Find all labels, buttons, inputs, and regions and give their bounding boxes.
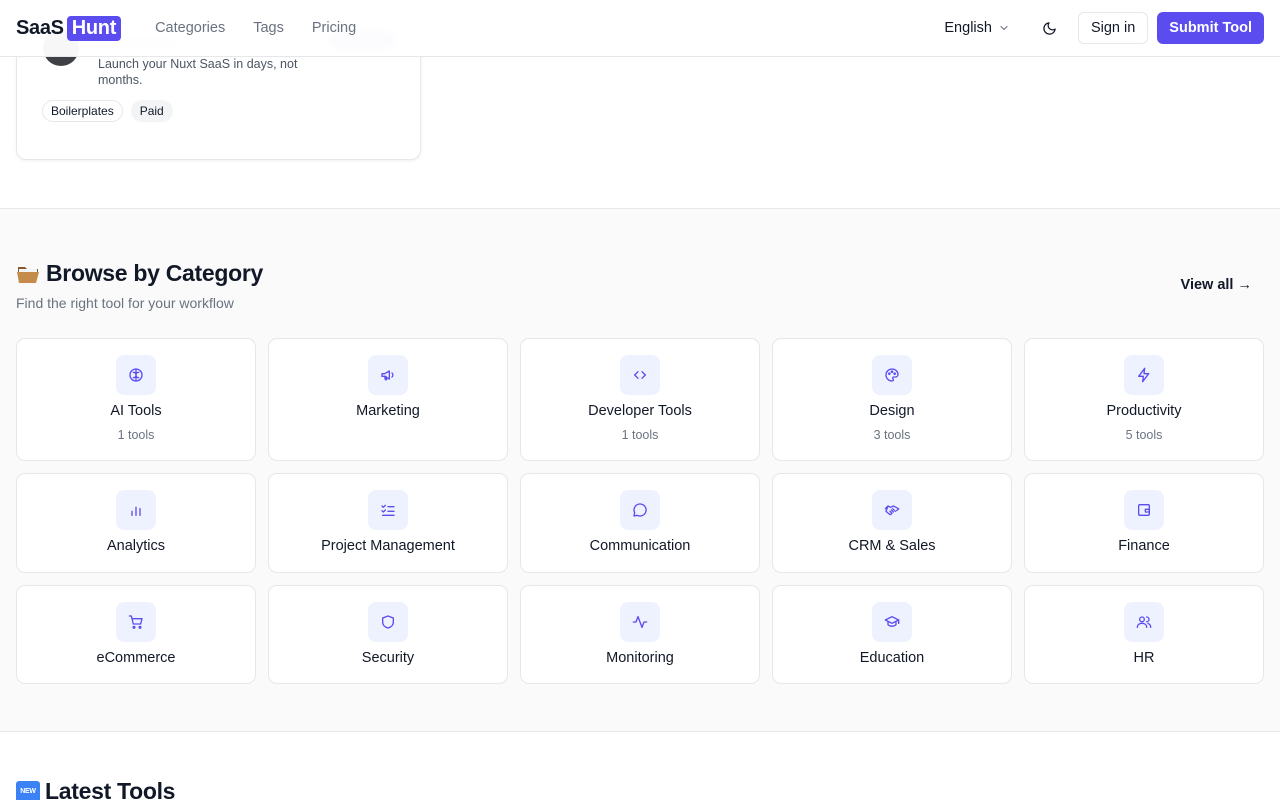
category-card[interactable]: Productivity 5 tools xyxy=(1024,338,1264,461)
category-count: 5 tools xyxy=(1125,428,1163,442)
category-name: Monitoring xyxy=(606,650,674,666)
language-select[interactable]: English xyxy=(944,20,1010,36)
category-name: CRM & Sales xyxy=(848,538,936,554)
view-all-link[interactable]: View all → xyxy=(1181,277,1252,293)
category-card[interactable]: Security xyxy=(268,585,508,684)
main-nav: Categories Tags Pricing xyxy=(155,20,384,36)
language-label: English xyxy=(944,20,992,36)
nav-categories[interactable]: Categories xyxy=(155,20,225,36)
category-name: Project Management xyxy=(321,538,455,554)
submit-tool-button[interactable]: Submit Tool xyxy=(1157,12,1264,44)
brain-icon xyxy=(116,355,156,395)
category-card[interactable]: Monitoring xyxy=(520,585,760,684)
bar-chart-icon xyxy=(116,490,156,530)
graduation-cap-icon xyxy=(872,602,912,642)
category-name: HR xyxy=(1133,650,1155,666)
tool-tags: Boilerplates Paid xyxy=(42,100,173,122)
section-subtitle: Find the right tool for your workflow xyxy=(16,295,234,311)
category-name: Productivity xyxy=(1106,403,1182,419)
category-name: AI Tools xyxy=(110,403,162,419)
checklist-icon xyxy=(368,490,408,530)
activity-icon xyxy=(620,602,660,642)
handshake-icon xyxy=(872,490,912,530)
category-card[interactable]: Finance xyxy=(1024,473,1264,573)
palette-icon xyxy=(872,355,912,395)
logo-text: SaaS xyxy=(16,16,64,39)
category-name: Finance xyxy=(1118,538,1170,554)
chevron-down-icon xyxy=(1000,25,1008,31)
category-card[interactable]: Developer Tools 1 tools xyxy=(520,338,760,461)
category-count: 1 tools xyxy=(117,428,155,442)
category-card[interactable]: Analytics xyxy=(16,473,256,573)
category-card[interactable]: Education xyxy=(772,585,1012,684)
new-icon: NEW xyxy=(16,780,40,800)
category-card[interactable]: Design 3 tools xyxy=(772,338,1012,461)
chat-bubble-icon xyxy=(620,490,660,530)
sign-in-button[interactable]: Sign in xyxy=(1077,12,1149,44)
browse-category-section: Browse by Category Find the right tool f… xyxy=(0,208,1280,732)
section-title-text: Browse by Category xyxy=(46,260,263,286)
category-card[interactable]: Communication xyxy=(520,473,760,573)
category-card[interactable]: Project Management xyxy=(268,473,508,573)
category-name: Analytics xyxy=(106,538,166,554)
header-actions: English Sign in Submit Tool xyxy=(944,12,1264,44)
code-icon xyxy=(620,355,660,395)
latest-title-text: Latest Tools xyxy=(45,778,176,800)
megaphone-icon xyxy=(368,355,408,395)
wallet-icon xyxy=(1124,490,1164,530)
category-name: Marketing xyxy=(356,403,420,419)
category-card[interactable]: CRM & Sales xyxy=(772,473,1012,573)
latest-tools-title: NEW Latest Tools xyxy=(16,778,175,800)
logo[interactable]: SaaS Hunt xyxy=(16,15,122,41)
category-name: Developer Tools xyxy=(588,403,692,419)
lightning-icon xyxy=(1124,355,1164,395)
category-count: 1 tools xyxy=(621,428,659,442)
tool-description: Launch your Nuxt SaaS in days, not month… xyxy=(98,57,298,87)
tag-paid[interactable]: Paid xyxy=(130,100,173,122)
category-card[interactable]: eCommerce xyxy=(16,585,256,684)
section-title: Browse by Category xyxy=(16,260,263,287)
category-count: 3 tools xyxy=(873,428,911,442)
category-name: Communication xyxy=(589,538,691,554)
nav-pricing[interactable]: Pricing xyxy=(312,20,356,36)
users-icon xyxy=(1124,602,1164,642)
nav-tags[interactable]: Tags xyxy=(253,20,284,36)
logo-highlight: Hunt xyxy=(66,15,122,41)
shield-icon xyxy=(368,602,408,642)
category-name: Education xyxy=(859,650,925,666)
moon-icon xyxy=(1043,21,1057,35)
category-card[interactable]: AI Tools 1 tools xyxy=(16,338,256,461)
category-card[interactable]: Marketing xyxy=(268,338,508,461)
category-name: Design xyxy=(869,403,915,419)
cart-icon xyxy=(116,602,156,642)
tag-boilerplates[interactable]: Boilerplates xyxy=(42,100,123,122)
category-card[interactable]: HR xyxy=(1024,585,1264,684)
folder-icon xyxy=(17,266,39,283)
top-nav: SaaS Hunt Categories Tags Pricing Englis… xyxy=(0,0,1280,57)
category-name: Security xyxy=(361,650,415,666)
category-name: eCommerce xyxy=(96,650,176,666)
theme-toggle-button[interactable] xyxy=(1038,16,1062,40)
